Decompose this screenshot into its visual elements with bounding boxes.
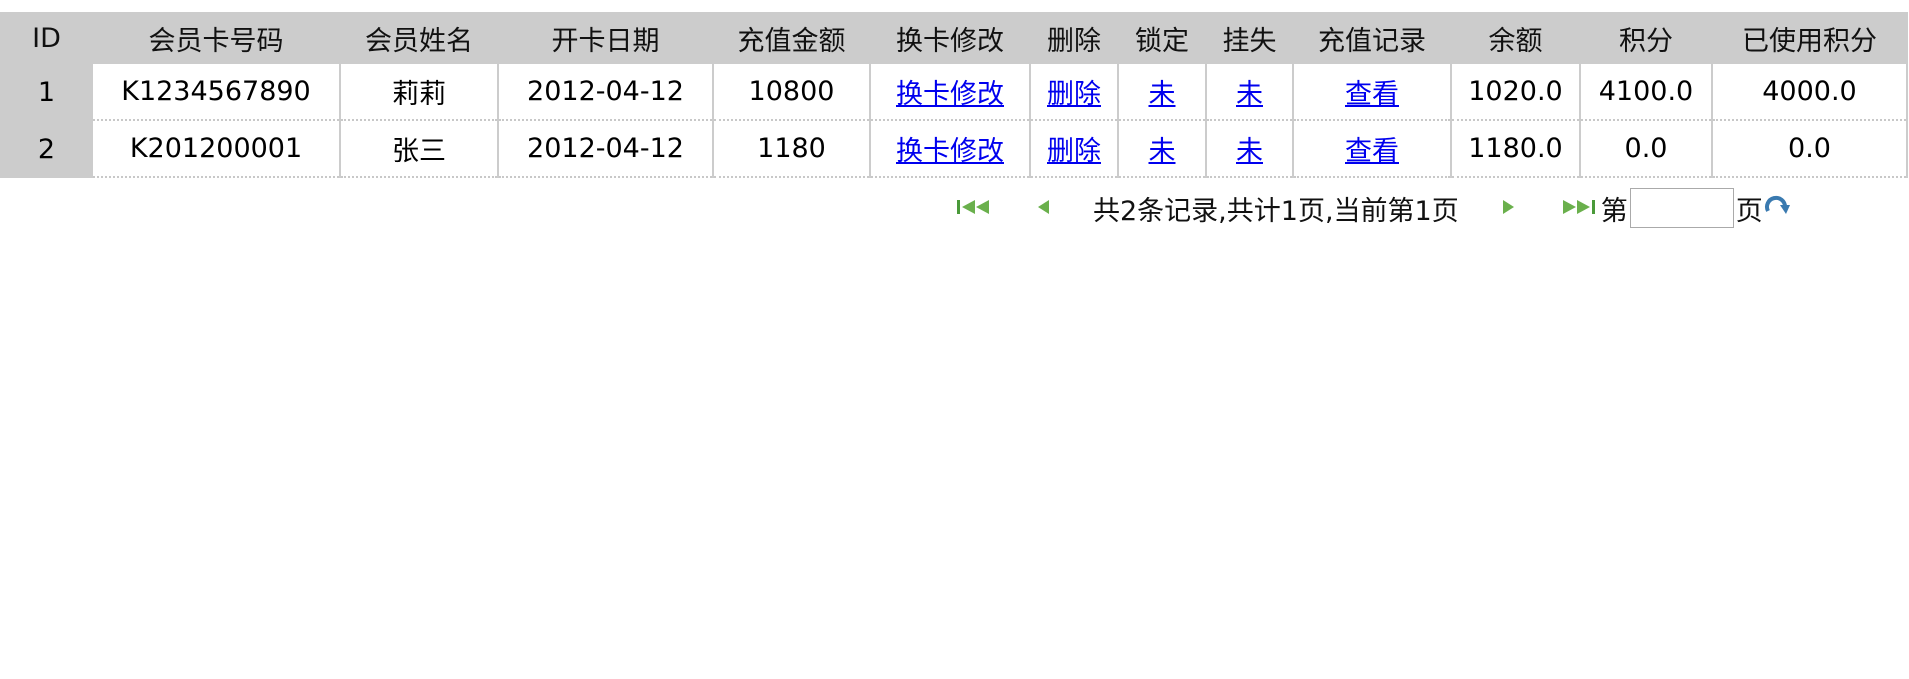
report-loss-link[interactable]: 未 [1236, 136, 1263, 167]
next-page-icon[interactable] [1499, 193, 1517, 224]
col-delete: 删除 [1047, 25, 1101, 57]
lock-link[interactable]: 未 [1149, 79, 1176, 110]
col-change-card: 换卡修改 [896, 25, 1004, 57]
cell-points: 4100.0 [1581, 64, 1711, 121]
cell-member-name: 张三 [341, 121, 497, 178]
cell-balance: 1020.0 [1452, 64, 1579, 121]
cell-used-points: 4000.0 [1713, 64, 1906, 121]
header-row: ID 会员卡号码 会员姓名 开卡日期 充值金额 换卡修改 删除 锁定 挂失 充值… [2, 12, 1906, 64]
pagination: 共2条记录,共计1页,当前第1页 第 页 [955, 186, 1793, 230]
lock-link[interactable]: 未 [1149, 136, 1176, 167]
goto-suffix: 页 [1735, 195, 1763, 227]
col-open-date: 开卡日期 [551, 25, 660, 57]
cell-card-number: K201200001 [93, 121, 339, 178]
cell-recharge-amount: 1180 [714, 121, 869, 178]
first-page-icon[interactable] [955, 193, 995, 224]
cell-open-date: 2012-04-12 [499, 64, 712, 121]
cell-card-number: K1234567890 [93, 64, 339, 121]
cell-member-name: 莉莉 [341, 64, 497, 121]
cell-id: 1 [2, 64, 91, 121]
cell-recharge-amount: 10800 [714, 64, 869, 121]
cell-used-points: 0.0 [1713, 121, 1906, 178]
col-used-points: 已使用积分 [1742, 25, 1877, 57]
delete-link[interactable]: 删除 [1047, 79, 1101, 110]
col-member-name: 会员姓名 [365, 25, 473, 57]
col-card-number: 会员卡号码 [148, 25, 284, 57]
report-loss-link[interactable]: 未 [1236, 79, 1263, 110]
col-lock: 锁定 [1135, 25, 1189, 57]
cell-points: 0.0 [1581, 121, 1711, 178]
col-points: 积分 [1619, 25, 1673, 57]
page-number-input[interactable] [1629, 188, 1734, 228]
col-report-loss: 挂失 [1222, 25, 1277, 57]
col-recharge-records: 充值记录 [1318, 25, 1426, 57]
view-records-link[interactable]: 查看 [1345, 79, 1399, 110]
delete-link[interactable]: 删除 [1047, 136, 1101, 167]
change-card-link[interactable]: 换卡修改 [896, 79, 1004, 110]
cell-id: 2 [2, 121, 91, 178]
last-page-icon[interactable] [1557, 193, 1597, 224]
prev-page-icon[interactable] [1035, 193, 1053, 224]
col-balance: 余额 [1488, 25, 1543, 57]
table-row: 2 K201200001 张三 2012-04-12 1180 换卡修改 删除 … [2, 121, 1906, 178]
cell-balance: 1180.0 [1452, 121, 1579, 178]
pager-summary: 共2条记录,共计1页,当前第1页 [1093, 195, 1459, 227]
table-row: 1 K1234567890 莉莉 2012-04-12 10800 换卡修改 删… [2, 64, 1906, 121]
goto-prefix: 第 [1600, 195, 1628, 227]
view-records-link[interactable]: 查看 [1345, 136, 1399, 167]
col-id: ID [32, 22, 61, 54]
cell-open-date: 2012-04-12 [499, 121, 712, 178]
member-table: ID 会员卡号码 会员姓名 开卡日期 充值金额 换卡修改 删除 锁定 挂失 充值… [0, 12, 1908, 178]
refresh-go-icon[interactable] [1763, 193, 1793, 224]
col-recharge-amount: 充值金额 [737, 25, 846, 57]
change-card-link[interactable]: 换卡修改 [896, 136, 1004, 167]
